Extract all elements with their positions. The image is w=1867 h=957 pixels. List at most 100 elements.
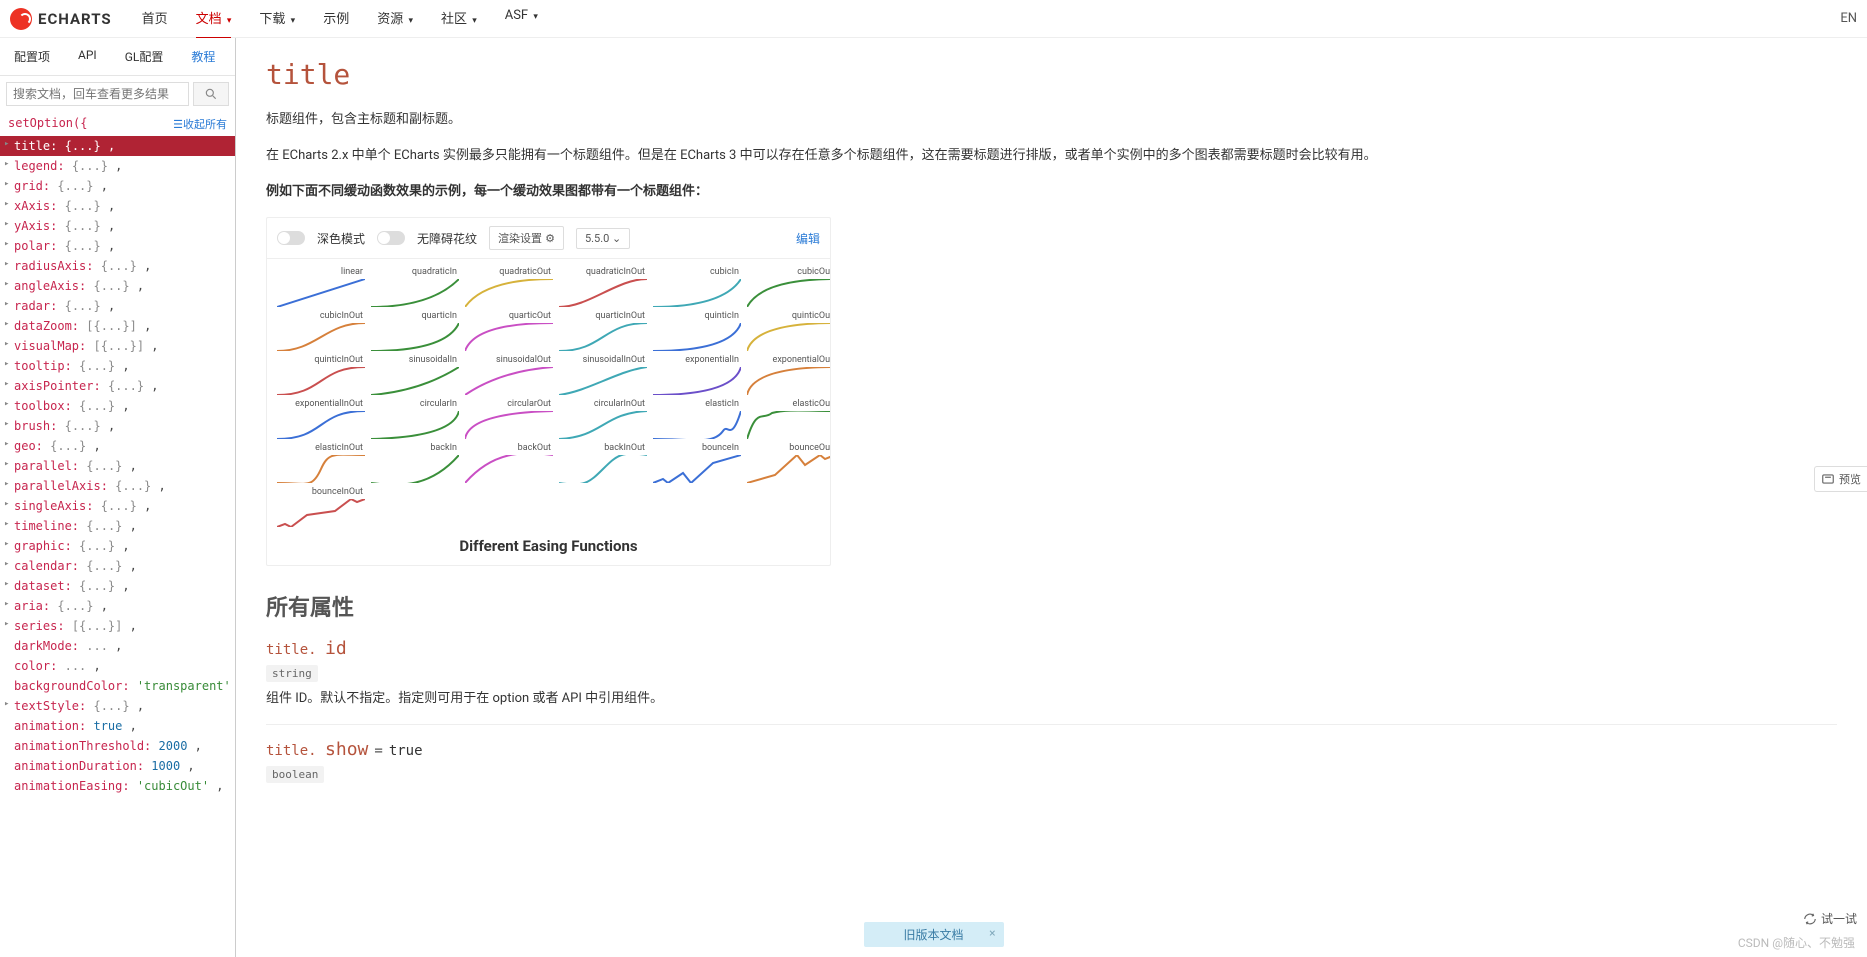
type-tag: string [266,665,318,682]
type-tag: boolean [266,766,324,783]
tree-item[interactable]: darkMode: ... , [0,636,235,656]
tree-item[interactable]: angleAxis: {...} , [0,276,235,296]
try-it-button[interactable]: 试一试 [1803,910,1857,927]
collapse-all-button[interactable]: ☰收起所有 [173,116,227,132]
easing-chart: linear [277,267,365,307]
tree-item[interactable]: graphic: {...} , [0,536,235,556]
tree-item[interactable]: polar: {...} , [0,236,235,256]
easing-label: linear [341,267,363,277]
easing-chart: sinusoidalInOut [559,355,647,395]
easing-chart: sinusoidalIn [371,355,459,395]
nav-item[interactable]: 示例 [323,0,349,39]
nav-item[interactable]: 社区 ▾ [441,0,477,39]
render-settings-button[interactable]: 渲染设置 ⚙ [489,226,564,250]
easing-label: exponentialInOut [295,399,363,409]
chevron-down-icon: ▾ [533,12,538,22]
tree-item[interactable]: series: [{...}] , [0,616,235,636]
tree-item[interactable]: animationDuration: 1000 , [0,756,235,776]
nav-item[interactable]: 首页 [142,0,168,39]
easing-demo-panel: 深色模式 无障碍花纹 渲染设置 ⚙ 5.5.0 ⌄ 编辑 linear quadr… [266,217,831,566]
tree-item[interactable]: animationEasing: 'cubicOut' , [0,776,235,796]
sidebar-tab[interactable]: GL配置 [111,38,178,75]
tree-item[interactable]: xAxis: {...} , [0,196,235,216]
tree-item[interactable]: legend: {...} , [0,156,235,176]
search-row [0,76,235,112]
content-area: title 标题组件，包含主标题和副标题。 在 ECharts 2.x 中单个 … [236,38,1867,957]
option-tree[interactable]: title: {...} ,legend: {...} ,grid: {...}… [0,136,235,957]
sidebar-tab[interactable]: 配置项 [0,38,64,75]
easing-chart: exponentialInOut [277,399,365,439]
easing-chart: quinticIn [653,311,741,351]
dark-mode-label: 深色模式 [317,230,365,247]
tree-item[interactable]: radiusAxis: {...} , [0,256,235,276]
language-switch[interactable]: EN [1840,11,1857,26]
tree-item[interactable]: parallelAxis: {...} , [0,476,235,496]
easing-chart: bounceOut [747,443,831,483]
easing-label: circularOut [507,399,551,409]
tree-item[interactable]: animationThreshold: 2000 , [0,736,235,756]
tree-item[interactable]: parallel: {...} , [0,456,235,476]
easing-label: quarticOut [509,311,551,321]
sidebar: 配置项APIGL配置教程 setOption({ ☰收起所有 title: {.… [0,38,236,957]
nav-item[interactable]: ASF ▾ [505,0,538,39]
easing-label: quinticInOut [314,355,363,365]
tree-item[interactable]: radar: {...} , [0,296,235,316]
logo[interactable]: ECHARTS [10,8,112,30]
pattern-toggle[interactable] [377,231,405,245]
easing-label: backInOut [604,443,645,453]
search-input[interactable] [6,82,189,106]
sidebar-tab[interactable]: API [64,38,111,75]
tree-item[interactable]: geo: {...} , [0,436,235,456]
nav-item[interactable]: 资源 ▾ [377,0,413,39]
tree-item[interactable]: color: ... , [0,656,235,676]
tree-head-label: setOption({ [8,116,87,132]
easing-label: quadraticInOut [586,267,645,277]
intro-p1: 标题组件，包含主标题和副标题。 [266,109,1837,131]
tree-item[interactable]: tooltip: {...} , [0,356,235,376]
tree-item[interactable]: calendar: {...} , [0,556,235,576]
tree-item[interactable]: aria: {...} , [0,596,235,616]
chevron-down-icon: ▾ [227,16,232,26]
easing-label: sinusoidalIn [409,355,457,365]
easing-chart: cubicInOut [277,311,365,351]
chevron-down-icon: ⌄ [612,232,621,245]
close-icon[interactable]: × [989,926,995,940]
tree-item[interactable]: animation: true , [0,716,235,736]
nav-item[interactable]: 文档 ▾ [196,0,232,39]
tree-item[interactable]: visualMap: [{...}] , [0,336,235,356]
tree-item[interactable]: timeline: {...} , [0,516,235,536]
easing-label: bounceInOut [312,487,363,497]
dark-mode-toggle[interactable] [277,231,305,245]
search-button[interactable] [193,82,229,106]
tree-item[interactable]: toolbox: {...} , [0,396,235,416]
easing-label: elasticInOut [315,443,363,453]
tree-item[interactable]: dataset: {...} , [0,576,235,596]
nav-item[interactable]: 下载 ▾ [259,0,295,39]
edit-link[interactable]: 编辑 [796,230,820,247]
easing-label: backIn [430,443,457,453]
tree-item[interactable]: backgroundColor: 'transparent' , [0,676,235,696]
tree-item[interactable]: brush: {...} , [0,416,235,436]
preview-tab[interactable]: 预览 [1814,466,1867,492]
intro-p3: 例如下面不同缓动函数效果的示例，每一个缓动效果图都带有一个标题组件： [266,181,1837,203]
main-nav: 首页文档 ▾ 下载 ▾ 示例资源 ▾ 社区 ▾ ASF ▾ [142,0,538,39]
easing-label: bounceIn [702,443,739,453]
easing-chart: elasticInOut [277,443,365,483]
sidebar-tab[interactable]: 教程 [177,38,229,75]
easing-label: exponentialIn [685,355,739,365]
old-doc-banner[interactable]: 旧版本文档 × [863,922,1003,947]
preview-icon [1821,472,1835,486]
easing-chart: sinusoidalOut [465,355,553,395]
version-select[interactable]: 5.5.0 ⌄ [576,228,630,249]
tree-item[interactable]: singleAxis: {...} , [0,496,235,516]
pattern-label: 无障碍花纹 [417,230,477,247]
tree-item[interactable]: grid: {...} , [0,176,235,196]
tree-item[interactable]: yAxis: {...} , [0,216,235,236]
easing-chart: backInOut [559,443,647,483]
tree-item[interactable]: axisPointer: {...} , [0,376,235,396]
tree-item[interactable]: textStyle: {...} , [0,696,235,716]
tree-item[interactable]: dataZoom: [{...}] , [0,316,235,336]
tree-item[interactable]: title: {...} , [0,136,235,156]
property-name: title. id [266,638,1837,659]
intro-p2: 在 ECharts 2.x 中单个 ECharts 实例最多只能拥有一个标题组件… [266,145,1837,167]
